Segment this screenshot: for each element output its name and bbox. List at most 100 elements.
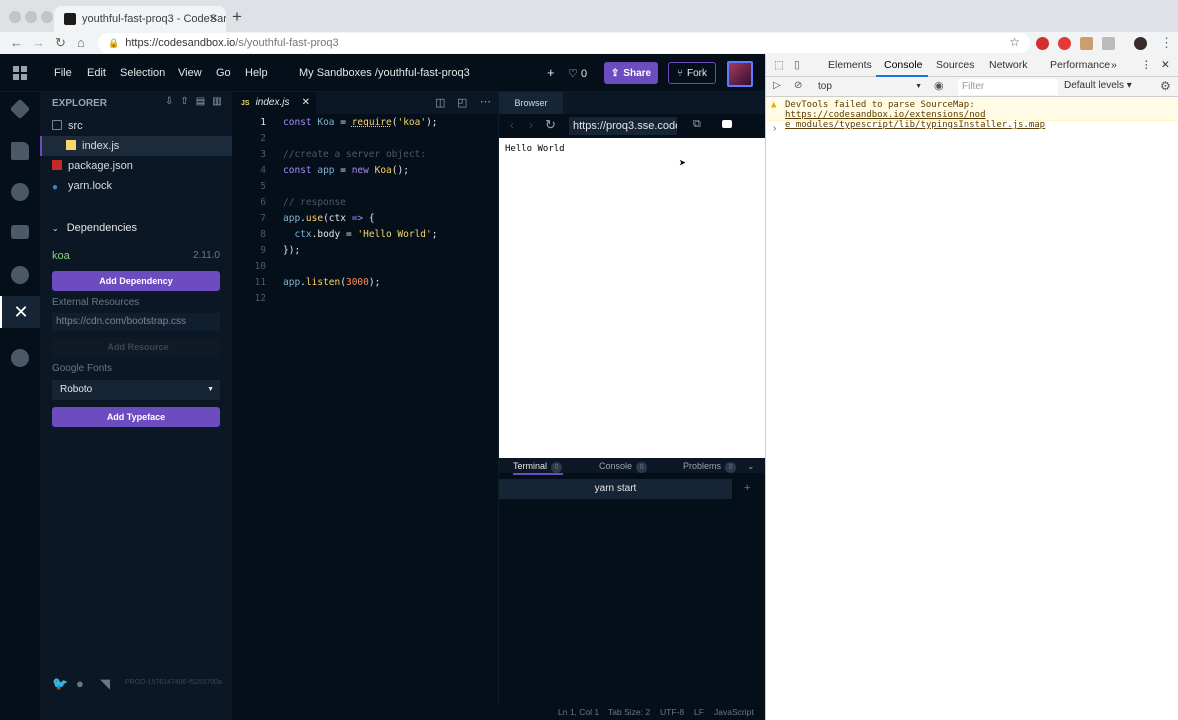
extension-icon[interactable] xyxy=(1080,37,1093,50)
sourcemap-link-cont[interactable]: e_modules/typescript/lib/typingsInstalle… xyxy=(785,120,1045,130)
breadcrumb-my-sandboxes[interactable]: My Sandboxes / xyxy=(299,67,378,79)
fork-button[interactable]: ⑂ Fork xyxy=(668,62,716,84)
reload-icon[interactable]: ↻ xyxy=(55,35,66,51)
line-ending[interactable]: LF xyxy=(694,704,704,720)
sidebar-toggle-icon[interactable]: ▷ xyxy=(773,80,781,91)
preview-forward-icon[interactable]: › xyxy=(529,118,533,132)
browser-tab[interactable]: youthful-fast-proq3 - CodeSandbox ✕ xyxy=(54,6,226,32)
preview-frame[interactable]: Hello World ➤ xyxy=(499,138,765,458)
eye-icon[interactable]: ◉ xyxy=(934,79,944,92)
preview-url-input[interactable]: https://proq3.sse.codesandbox.io/ xyxy=(569,117,677,135)
devtools-close-icon[interactable]: ✕ xyxy=(1161,59,1170,71)
more-tabs-icon[interactable]: » xyxy=(1111,59,1117,71)
preview-refresh-icon[interactable]: ↻ xyxy=(545,117,556,133)
tab-console[interactable]: Console 0 xyxy=(599,461,648,473)
language-mode[interactable]: JavaScript xyxy=(714,704,754,720)
add-resource-button[interactable]: Add Resource xyxy=(52,338,220,356)
inspect-element-icon[interactable]: ⬚ xyxy=(774,59,784,71)
github-settings-icon[interactable] xyxy=(11,183,29,201)
external-resource-input[interactable]: https://cdn.com/bootstrap.css xyxy=(52,313,220,331)
window-close-button[interactable] xyxy=(9,11,21,23)
like-button[interactable]: ♡ 0 xyxy=(568,67,587,80)
menu-help[interactable]: Help xyxy=(245,67,268,79)
add-typeface-button[interactable]: Add Typeface xyxy=(52,407,220,427)
share-button[interactable]: ⇪ Share xyxy=(604,62,658,84)
device-toolbar-icon[interactable]: ▯ xyxy=(794,59,800,71)
bookmark-star-icon[interactable]: ☆ xyxy=(1009,35,1020,49)
terminal-tab-yarn-start[interactable]: yarn start xyxy=(499,479,732,499)
context-select[interactable]: top ▼ xyxy=(818,79,922,95)
cursor-position[interactable]: Ln 1, Col 1 xyxy=(558,704,599,720)
profile-avatar[interactable] xyxy=(1134,37,1147,50)
tab-size[interactable]: Tab Size: 2 xyxy=(608,704,650,720)
extension-opera-icon[interactable] xyxy=(1036,37,1049,50)
console-filter-input[interactable]: Filter xyxy=(958,79,1058,95)
add-terminal-icon[interactable]: + xyxy=(744,482,750,494)
window-minimize-button[interactable] xyxy=(25,11,37,23)
devtools-tab-network[interactable]: Network xyxy=(989,59,1028,71)
tree-item-yarn-lock[interactable]: ● yarn.lock xyxy=(40,176,232,196)
server-control-icon[interactable] xyxy=(11,225,29,239)
file-explorer-icon[interactable] xyxy=(11,142,29,160)
log-levels-select[interactable]: Default levels ▾ xyxy=(1064,80,1132,91)
sourcemap-link[interactable]: https://codesandbox.io/extensions/nod xyxy=(785,110,985,120)
encoding[interactable]: UTF-8 xyxy=(660,704,684,720)
add-dependency-button[interactable]: Add Dependency xyxy=(52,271,220,291)
code-editor[interactable]: 1 2 3 4 5 6 7 8 9 10 11 12 const Koa = r… xyxy=(232,114,499,704)
menu-selection[interactable]: Selection xyxy=(120,67,165,79)
forward-arrow-icon[interactable]: → xyxy=(32,35,45,50)
tab-terminal[interactable]: Terminal 0 xyxy=(513,461,563,473)
new-tab-icon[interactable]: + xyxy=(232,7,242,27)
chrome-menu-icon[interactable]: ⋮ xyxy=(1160,35,1173,51)
menu-view[interactable]: View xyxy=(178,67,202,79)
back-arrow-icon[interactable]: ← xyxy=(10,35,23,50)
devtools-menu-icon[interactable]: ⋮ xyxy=(1141,59,1152,71)
preview-back-icon[interactable]: ‹ xyxy=(510,118,514,132)
menu-go[interactable]: Go xyxy=(216,67,231,79)
explorer-actions[interactable]: ⇩⇧▤▥ xyxy=(165,96,229,107)
toggle-devtools-icon[interactable] xyxy=(722,120,732,128)
split-editor-icon[interactable]: ◫ xyxy=(435,96,445,109)
github-icon[interactable] xyxy=(11,266,29,284)
extension-abp-icon[interactable] xyxy=(1058,37,1071,50)
github-footer-icon[interactable]: ● xyxy=(76,676,84,691)
devtools-tab-performance[interactable]: Performance xyxy=(1050,59,1110,71)
sandbox-info-icon[interactable] xyxy=(9,98,31,120)
font-select[interactable]: Roboto ▼ xyxy=(52,380,220,400)
tree-item-src[interactable]: src xyxy=(40,116,232,136)
console-settings-gear-icon[interactable]: ⚙ xyxy=(1160,79,1171,93)
sandbox-name[interactable]: youthful-fast-proq3 xyxy=(378,67,470,79)
window-zoom-button[interactable] xyxy=(41,11,53,23)
tab-browser[interactable]: Browser xyxy=(499,92,563,114)
user-avatar[interactable] xyxy=(727,61,753,87)
devtools-tab-elements[interactable]: Elements xyxy=(828,59,872,71)
dependency-name[interactable]: koa xyxy=(52,250,70,262)
clear-console-icon[interactable]: ⊘ xyxy=(794,80,802,91)
new-sandbox-plus-icon[interactable]: + xyxy=(547,65,555,80)
home-icon[interactable]: ⌂ xyxy=(77,35,85,50)
more-actions-icon[interactable]: ⋯ xyxy=(480,95,491,108)
devtools-tab-console[interactable]: Console xyxy=(884,59,923,71)
menu-file[interactable]: File xyxy=(54,67,72,79)
editor-tab-index-js[interactable]: JS index.js ✕ xyxy=(232,92,316,114)
codesandbox-logo-icon[interactable] xyxy=(13,66,27,80)
chevron-down-icon[interactable]: ⌄ xyxy=(747,461,755,472)
console-prompt-icon[interactable]: › xyxy=(773,123,776,134)
address-bar[interactable]: 🔒 https://codesandbox.io/s/youthful-fast… xyxy=(98,33,1030,53)
tab-problems[interactable]: Problems 0 xyxy=(683,461,737,473)
tab-close-icon[interactable]: ✕ xyxy=(209,12,218,25)
tree-item-index-js[interactable]: index.js xyxy=(40,136,232,156)
dependency-version[interactable]: 2.11.0 xyxy=(193,250,220,261)
devtools-tab-sources[interactable]: Sources xyxy=(936,59,975,71)
tab-close-icon[interactable]: ✕ xyxy=(302,92,310,114)
dependencies-header[interactable]: ⌄ Dependencies xyxy=(52,222,137,234)
extension-m-icon[interactable] xyxy=(1102,37,1115,50)
spectrum-icon[interactable]: ◥ xyxy=(100,676,110,692)
open-new-window-icon[interactable]: ⧉ xyxy=(693,118,701,131)
twitter-icon[interactable]: 🐦 xyxy=(52,676,68,692)
deployment-close-icon[interactable]: ✕ xyxy=(0,296,40,328)
layout-icon[interactable]: ◰ xyxy=(457,96,467,109)
live-session-icon[interactable] xyxy=(11,349,29,367)
tree-item-package-json[interactable]: package.json xyxy=(40,156,232,176)
menu-edit[interactable]: Edit xyxy=(87,67,106,79)
